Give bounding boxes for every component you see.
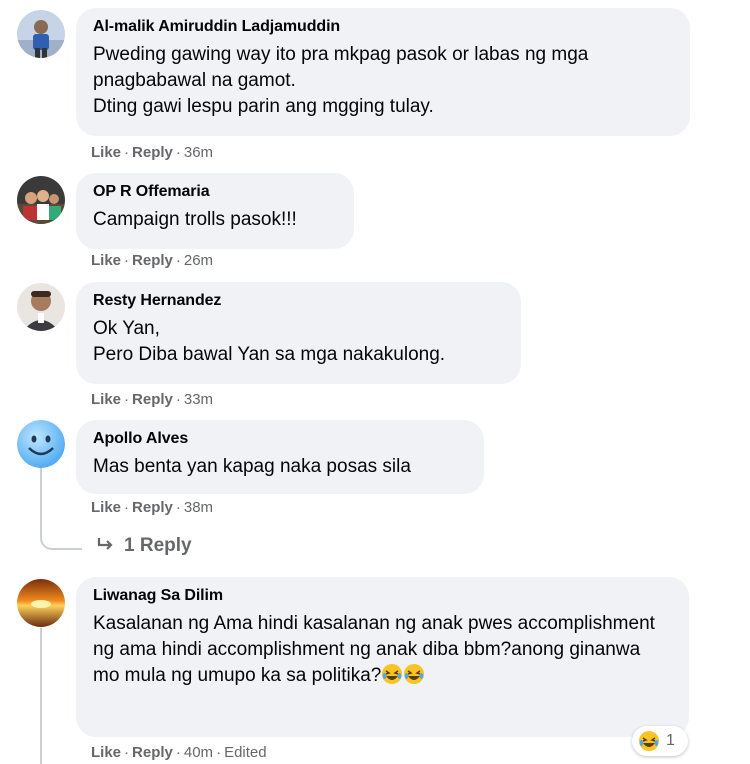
thread-line bbox=[40, 466, 42, 500]
separator: · bbox=[124, 144, 130, 161]
comment-bubble: Resty Hernandez Ok Yan, Pero Diba bawal … bbox=[76, 282, 521, 384]
timestamp[interactable]: 33m bbox=[184, 391, 213, 408]
comment-actions: Like · Reply · 33m bbox=[91, 391, 213, 409]
separator: · bbox=[175, 144, 181, 161]
like-button[interactable]: Like bbox=[91, 744, 121, 761]
reaction-count: 1 bbox=[666, 732, 675, 749]
avatar[interactable] bbox=[17, 420, 65, 468]
thread-line bbox=[40, 628, 42, 764]
person-photo-avatar-icon bbox=[17, 10, 65, 58]
avatar[interactable] bbox=[17, 10, 65, 58]
avatar[interactable] bbox=[17, 283, 65, 331]
comment-text: Mas benta yan kapag naka posas sila bbox=[93, 456, 411, 477]
like-button[interactable]: Like bbox=[91, 252, 121, 269]
separator: · bbox=[124, 391, 130, 408]
separator: · bbox=[124, 499, 130, 516]
comment-actions: Like · Reply · 38m bbox=[91, 499, 213, 517]
separator: · bbox=[216, 744, 222, 761]
separator: · bbox=[124, 252, 130, 269]
comment-text: Campaign trolls pasok!!! bbox=[93, 209, 297, 230]
reply-button[interactable]: Reply bbox=[132, 391, 173, 408]
comment-text: Pweding gawing way ito pra mkpag pasok o… bbox=[93, 44, 589, 117]
timestamp[interactable]: 36m bbox=[184, 144, 213, 161]
comment-actions: Like · Reply · 36m bbox=[91, 144, 213, 162]
separator: · bbox=[175, 252, 181, 269]
smiley-avatar-icon bbox=[17, 420, 65, 468]
comment-bubble: Al-malik Amiruddin Ladjamuddin Pweding g… bbox=[76, 8, 690, 136]
edited-label[interactable]: Edited bbox=[224, 744, 267, 761]
comment-author[interactable]: Al-malik Amiruddin Ladjamuddin bbox=[93, 18, 672, 36]
comment-author[interactable]: Apollo Alves bbox=[93, 430, 466, 448]
reply-button[interactable]: Reply bbox=[132, 144, 173, 161]
timestamp[interactable]: 40m bbox=[184, 744, 213, 761]
comment-text: Kasalanan ng Ama hindi kasalanan ng anak… bbox=[93, 611, 671, 693]
comment-actions: Like · Reply · 40m · Edited bbox=[91, 744, 267, 762]
reply-button[interactable]: Reply bbox=[132, 252, 173, 269]
comment-author[interactable]: Resty Hernandez bbox=[93, 292, 503, 310]
separator: · bbox=[124, 744, 130, 761]
like-button[interactable]: Like bbox=[91, 144, 121, 161]
view-replies-link[interactable]: 1 Reply bbox=[96, 534, 192, 558]
avatar[interactable] bbox=[17, 579, 65, 627]
timestamp[interactable]: 26m bbox=[184, 252, 213, 269]
reply-arrow-icon bbox=[97, 538, 113, 550]
separator: · bbox=[175, 391, 181, 408]
comment-bubble: OP R Offemaria Campaign trolls pasok!!! bbox=[76, 173, 354, 249]
comment-author[interactable]: Liwanag Sa Dilim bbox=[93, 587, 671, 605]
sunset-avatar-icon bbox=[17, 579, 65, 627]
comment-text-content: Kasalanan ng Ama hindi kasalanan ng anak… bbox=[93, 613, 655, 686]
comment-bubble: Liwanag Sa Dilim Kasalanan ng Ama hindi … bbox=[76, 577, 689, 737]
comment-bubble: Apollo Alves Mas benta yan kapag naka po… bbox=[76, 420, 484, 494]
separator: · bbox=[175, 744, 181, 761]
view-replies-label: 1 Reply bbox=[124, 535, 192, 556]
separator: · bbox=[175, 499, 181, 516]
man-photo-avatar-icon bbox=[17, 283, 65, 331]
reply-button[interactable]: Reply bbox=[132, 744, 173, 761]
laughing-emoji-icon bbox=[638, 730, 660, 752]
laughing-emoji-icon bbox=[381, 663, 403, 693]
reply-button[interactable]: Reply bbox=[132, 499, 173, 516]
comment-text: Ok Yan, Pero Diba bawal Yan sa mga nakak… bbox=[93, 318, 446, 365]
timestamp[interactable]: 38m bbox=[184, 499, 213, 516]
like-button[interactable]: Like bbox=[91, 391, 121, 408]
comment-actions: Like · Reply · 26m bbox=[91, 252, 213, 270]
laughing-emoji-icon bbox=[403, 663, 425, 693]
reaction-badge[interactable]: 1 bbox=[632, 726, 688, 756]
avatar[interactable] bbox=[17, 176, 65, 224]
group-photo-avatar-icon bbox=[17, 176, 65, 224]
like-button[interactable]: Like bbox=[91, 499, 121, 516]
comment-author[interactable]: OP R Offemaria bbox=[93, 183, 336, 201]
reply-connector bbox=[40, 500, 82, 550]
